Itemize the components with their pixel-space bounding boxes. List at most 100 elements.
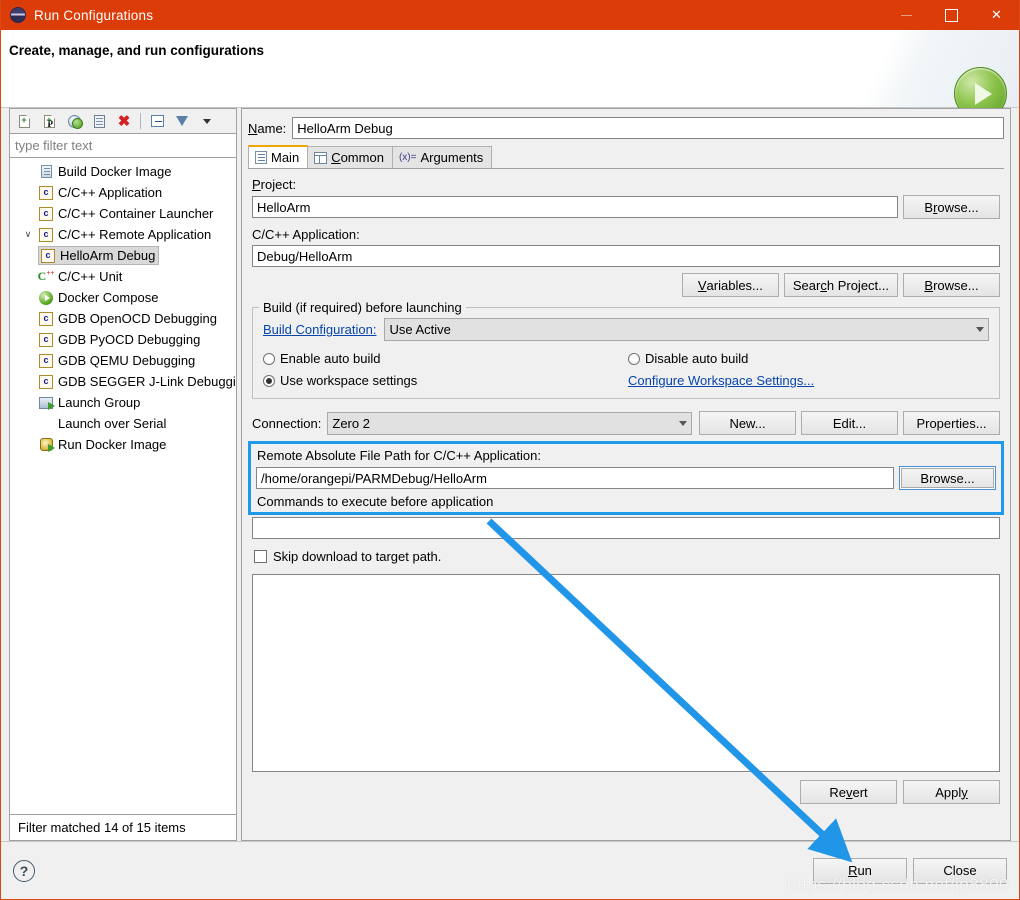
radio-label: Disable auto build <box>645 351 749 366</box>
tree-item-label: C/C++ Application <box>58 185 163 200</box>
tree-item-build-docker-image[interactable]: Build Docker Image <box>10 161 236 182</box>
title-bar: Run Configurations ✕ <box>1 0 1019 30</box>
build-configuration-value: Use Active <box>389 322 451 337</box>
minimize-button[interactable] <box>884 0 929 30</box>
export-launch-configuration-icon[interactable] <box>63 111 85 132</box>
main-tab-content: Project: HelloArm Br owse... C/C++ Applic… <box>248 169 1004 834</box>
project-row: HelloArm Br owse... <box>252 195 1000 219</box>
remote-path-input[interactable]: /home/orangepi/PARMDebug/HelloArm <box>256 467 894 489</box>
tab-arguments[interactable]: (x)= Arguments <box>391 146 493 168</box>
skip-download-checkbox[interactable]: Skip download to target path. <box>254 549 1004 564</box>
tree-item-label: GDB SEGGER J-Link Debugging <box>58 374 237 389</box>
remote-path-browse-button[interactable]: Browse... <box>899 466 996 490</box>
tree-item-label: C/C++ Unit <box>58 269 123 284</box>
connection-row: Connection: Zero 2 New... Edit... Proper… <box>252 411 1000 435</box>
window-controls: ✕ <box>884 0 1019 30</box>
tree-item-c-cpp-container-launcher[interactable]: c C/C++ Container Launcher <box>10 203 236 224</box>
connection-edit-button[interactable]: Edit... <box>801 411 898 435</box>
radio-indicator <box>263 352 275 365</box>
name-input[interactable]: HelloArm Debug <box>292 117 1004 139</box>
search-project-button[interactable]: Sear c h Project... <box>783 273 898 297</box>
new-prototype-icon[interactable]: P + <box>38 111 60 132</box>
connection-new-button[interactable]: New... <box>699 411 796 435</box>
tree-item-gdb-qemu-debugging[interactable]: c GDB QEMU Debugging <box>10 350 236 371</box>
eclipse-icon <box>10 7 26 23</box>
dialog-header: Create, manage, and run configurations <box>1 30 1019 120</box>
filter-input[interactable]: type filter text <box>9 133 237 158</box>
workspace-settings-row: Use workspace settings Configure Workspa… <box>263 373 989 388</box>
connection-select[interactable]: Zero 2 <box>327 411 692 435</box>
tree-item-label: Docker Compose <box>58 290 159 305</box>
collapse-all-icon[interactable] <box>146 111 168 132</box>
chevron-down-icon[interactable]: ∨ <box>22 230 34 239</box>
run-docker-image-icon <box>38 437 55 453</box>
build-docker-image-icon <box>38 164 54 180</box>
maximize-button[interactable] <box>929 0 974 30</box>
tab-label: Common <box>331 150 384 165</box>
delete-icon[interactable]: ✖ <box>113 111 135 132</box>
connection-label: Connection: <box>252 415 322 431</box>
tree-item-label: C/C++ Container Launcher <box>58 206 214 221</box>
build-configuration-link[interactable]: Build Configuration: <box>263 322 376 337</box>
application-browse-button[interactable]: Browse... <box>903 273 1000 297</box>
apply-button[interactable]: Appl y <box>903 780 1000 804</box>
build-configuration-select[interactable]: Use Active <box>384 318 989 341</box>
revert-apply-buttons: Re v ert Appl y <box>248 772 1004 808</box>
tree-item-gdb-openocd-debugging[interactable]: c GDB OpenOCD Debugging <box>10 308 236 329</box>
filter-status-label: Filter matched 14 of 15 items <box>9 815 237 841</box>
configurations-toolbar: + P + ✖ <box>9 108 237 133</box>
c-unit-icon: C++ <box>37 269 55 283</box>
view-menu-icon[interactable] <box>196 111 218 132</box>
no-icon <box>38 416 54 432</box>
build-group: Build (if required) before launching Bui… <box>252 300 1000 399</box>
variables-button[interactable]: Variables... <box>681 273 779 297</box>
new-launch-configuration-icon[interactable]: + <box>13 111 35 132</box>
toolbar-separator <box>140 113 141 129</box>
use-workspace-settings-radio[interactable]: Use workspace settings <box>263 373 628 388</box>
radio-label: Use workspace settings <box>280 373 418 388</box>
revert-button[interactable]: Re v ert <box>800 780 897 804</box>
configurations-tree[interactable]: Build Docker Image c C/C++ Application c… <box>9 158 237 815</box>
tree-item-label: Build Docker Image <box>58 164 172 179</box>
duplicate-icon[interactable] <box>88 111 110 132</box>
tree-item-helloarm-debug[interactable]: c HelloArm Debug <box>10 245 236 266</box>
tree-item-gdb-segger-jlink-debugging[interactable]: c GDB SEGGER J-Link Debugging <box>10 371 236 392</box>
run-configurations-dialog: Run Configurations ✕ Create, manage, and… <box>0 0 1020 900</box>
docker-compose-icon <box>38 290 54 306</box>
project-input[interactable]: HelloArm <box>252 196 898 218</box>
tree-item-c-cpp-unit[interactable]: C++ C/C++ Unit <box>10 266 236 287</box>
tree-item-launch-group[interactable]: Launch Group <box>10 392 236 413</box>
tree-item-label: Run Docker Image <box>58 437 167 452</box>
application-input[interactable]: Debug/HelloArm <box>252 245 1000 267</box>
tree-item-run-docker-image[interactable]: Run Docker Image <box>10 434 236 455</box>
commands-input[interactable] <box>252 517 1000 539</box>
tree-item-docker-compose[interactable]: Docker Compose <box>10 287 236 308</box>
enable-auto-build-radio[interactable]: Enable auto build <box>263 351 628 366</box>
disable-auto-build-radio[interactable]: Disable auto build <box>628 351 748 366</box>
tree-item-launch-over-serial[interactable]: Launch over Serial <box>10 413 236 434</box>
filter-icon[interactable] <box>171 111 193 132</box>
tree-item-c-cpp-remote-application[interactable]: ∨ c C/C++ Remote Application <box>10 224 236 245</box>
project-browse-button[interactable]: Br owse... <box>903 195 1000 219</box>
chevron-down-icon <box>679 420 687 426</box>
name-row: Name: HelloArm Debug <box>248 117 1004 139</box>
auto-build-row: Enable auto build Disable auto build <box>263 351 989 366</box>
common-tab-icon <box>314 151 328 164</box>
tab-common[interactable]: Common <box>307 146 393 168</box>
build-group-title: Build (if required) before launching <box>259 300 466 315</box>
radio-indicator <box>628 352 640 365</box>
close-window-button[interactable]: ✕ <box>974 0 1019 30</box>
connection-properties-button[interactable]: Properties... <box>903 411 1000 435</box>
tab-main[interactable]: Main <box>248 145 309 168</box>
radio-indicator <box>263 374 275 387</box>
project-label: Project: <box>252 177 297 192</box>
configure-workspace-settings-link[interactable]: Configure Workspace Settings... <box>628 373 814 388</box>
dialog-footer: ? Run Close https://blog.csdn.net/jp8800 <box>1 841 1019 899</box>
arguments-tab-icon: (x)= <box>398 152 417 163</box>
remote-path-highlight: Remote Absolute File Path for C/C++ Appl… <box>248 441 1004 515</box>
tree-item-c-cpp-application[interactable]: c C/C++ Application <box>10 182 236 203</box>
application-label: C/C++ Application: <box>252 227 360 242</box>
remote-path-row: /home/orangepi/PARMDebug/HelloArm Browse… <box>256 466 996 490</box>
help-icon[interactable]: ? <box>13 859 35 882</box>
tree-item-gdb-pyocd-debugging[interactable]: c GDB PyOCD Debugging <box>10 329 236 350</box>
